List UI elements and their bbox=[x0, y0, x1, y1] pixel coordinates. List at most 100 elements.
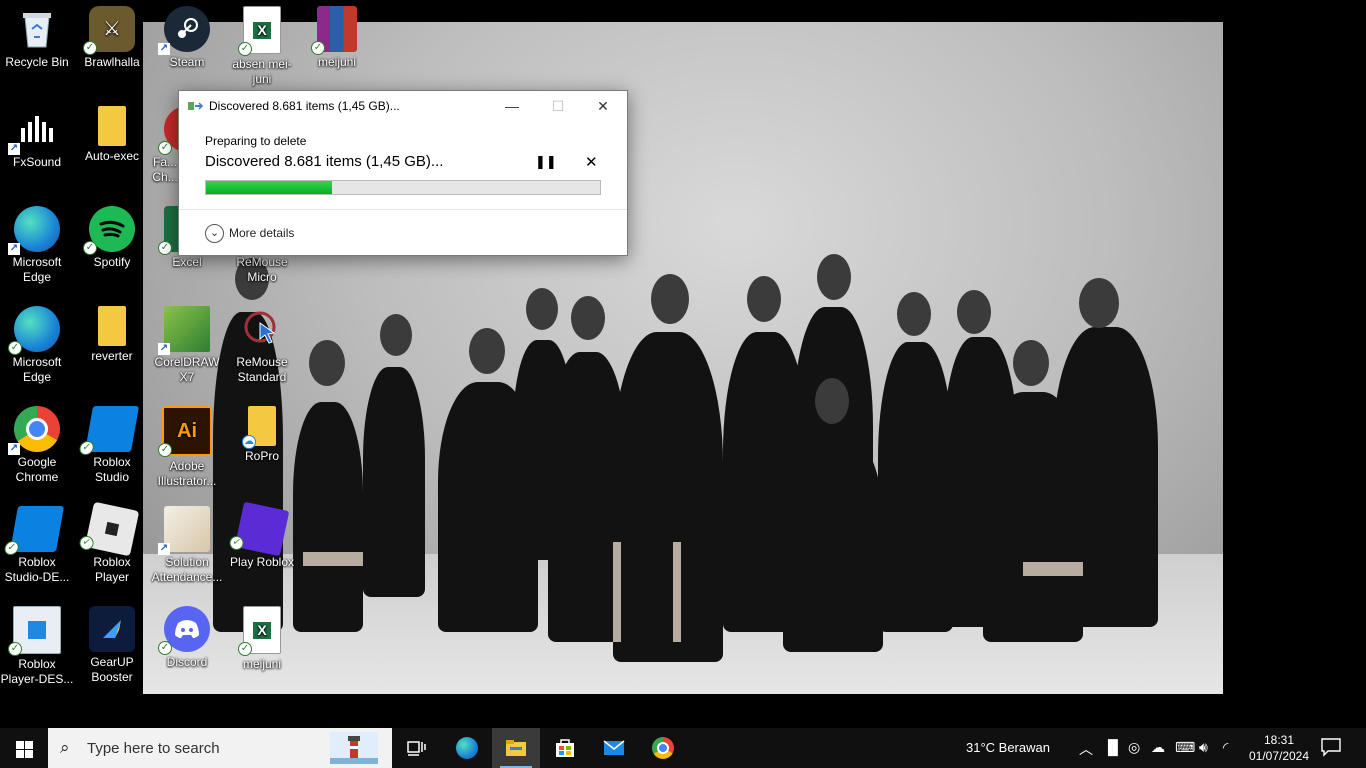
excel-file-icon: X ✓ bbox=[238, 606, 281, 656]
wallpaper-figure bbox=[469, 328, 505, 374]
shortcut-arrow-icon: ↗ bbox=[158, 543, 170, 555]
desktop-icon-label: Auto-exec bbox=[84, 149, 140, 163]
task-view-button[interactable] bbox=[392, 728, 440, 768]
desktop-icon-steam[interactable]: ↗ Steam bbox=[150, 0, 224, 92]
taskbar-microsoft-store[interactable] bbox=[541, 728, 589, 768]
desktop-icon-label: ReMouse Standard bbox=[236, 355, 288, 384]
taskbar-chrome[interactable] bbox=[639, 728, 687, 768]
desktop-icon-microsoft-edge-2[interactable]: ✓ Microsoft Edge bbox=[0, 300, 74, 392]
wallpaper-stool bbox=[673, 542, 681, 642]
input-method-icon[interactable]: ⌨ bbox=[1175, 739, 1195, 756]
desktop-icon-fxsound[interactable]: ↗ FxSound bbox=[0, 100, 74, 192]
gearup-icon bbox=[89, 606, 135, 652]
show-hidden-icons-chevron-up-icon[interactable]: ︿ bbox=[1079, 739, 1093, 759]
desktop-icon-reverter[interactable]: reverter bbox=[75, 300, 149, 392]
wallpaper-figure bbox=[747, 276, 781, 322]
wallpaper-figure bbox=[380, 314, 412, 356]
roblox-studio-icon: ✓ bbox=[3, 506, 65, 555]
desktop-icon-roblox-player[interactable]: ✓ Roblox Player bbox=[75, 500, 149, 592]
operation-label: Preparing to delete bbox=[205, 134, 307, 148]
wallpaper-stool bbox=[303, 552, 363, 566]
shortcut-arrow-icon: ↗ bbox=[158, 43, 170, 55]
desktop-icon-google-chrome[interactable]: ↗ Google Chrome bbox=[0, 400, 74, 492]
shortcut-arrow-icon: ↗ bbox=[158, 343, 170, 355]
network-wifi-icon[interactable]: ◜ bbox=[1223, 739, 1228, 756]
desktop-icon-roblox-player-desktop[interactable]: ✓ Roblox Player-DES... bbox=[0, 600, 74, 692]
sync-status-icon: ✓ bbox=[3, 541, 20, 555]
desktop-icon-ropro[interactable]: ☁ RoPro bbox=[225, 400, 299, 492]
wallpaper-figure bbox=[815, 378, 849, 424]
taskbar-file-explorer[interactable] bbox=[492, 728, 540, 768]
desktop-icon-remouse-standard[interactable]: ReMouse Standard bbox=[225, 300, 299, 392]
weather-widget[interactable]: 31°C Berawan bbox=[966, 740, 1050, 755]
desktop-icon-gearup-booster[interactable]: GearUP Booster bbox=[75, 600, 149, 692]
desktop-icon-absen-mei-juni[interactable]: X ✓ absen mei-juni bbox=[225, 0, 299, 92]
desktop-icon-label: Play Roblox bbox=[229, 555, 295, 569]
shortcut-arrow-icon: ↗ bbox=[8, 243, 20, 255]
edge-icon: ↗ bbox=[8, 206, 60, 255]
minimize-button[interactable]: — bbox=[489, 91, 535, 121]
wallpaper-figure bbox=[363, 367, 425, 597]
notification-center-icon[interactable] bbox=[1320, 737, 1342, 757]
search-placeholder: Type here to search bbox=[87, 740, 220, 757]
desktop-icon-label: ReMouse Micro bbox=[236, 255, 288, 284]
desktop-icon-spotify[interactable]: ✓ Spotify bbox=[75, 200, 149, 292]
sync-status-icon: ✓ bbox=[78, 441, 95, 455]
close-button[interactable]: ✕ bbox=[580, 91, 626, 121]
desktop-icon-chrome-app[interactable]: ✓ Fa... Ch... bbox=[150, 100, 180, 192]
desktop-icon-label: Adobe Illustrator... bbox=[157, 459, 217, 488]
chrome-icon bbox=[652, 737, 674, 759]
webcam-tray-icon[interactable]: ◎ bbox=[1128, 739, 1140, 756]
roblox-player-desktop-icon: ✓ bbox=[8, 606, 61, 656]
desktop-icon-coreldraw[interactable]: ↗ CorelDRAW X7 bbox=[150, 300, 224, 392]
maximize-button[interactable]: ☐ bbox=[535, 91, 581, 121]
operation-status: Discovered 8.681 items (1,45 GB)... bbox=[205, 153, 444, 170]
sync-status-icon: ✓ bbox=[311, 41, 325, 55]
desktop-icon-roblox-studio[interactable]: ✓ Roblox Studio bbox=[75, 400, 149, 492]
desktop-icon-brawlhalla[interactable]: ⚔ ✓ Brawlhalla bbox=[75, 0, 149, 92]
start-button[interactable] bbox=[0, 728, 48, 768]
edge-icon: ✓ bbox=[8, 306, 60, 355]
desktop-icon-label: Google Chrome bbox=[15, 455, 59, 484]
wallpaper-figure bbox=[613, 332, 723, 662]
desktop-icon-label: Roblox Studio bbox=[93, 455, 131, 484]
desktop-icon-label: Discord bbox=[166, 655, 208, 669]
desktop-icon-label: GearUP Booster bbox=[90, 655, 134, 684]
dialog-titlebar[interactable]: Discovered 8.681 items (1,45 GB)... — ☐ … bbox=[179, 91, 627, 121]
desktop-icon-auto-exec[interactable]: Auto-exec bbox=[75, 100, 149, 192]
chevron-down-icon[interactable]: ⌄ bbox=[205, 224, 224, 243]
desktop-icon-adobe-illustrator[interactable]: Ai ✓ Adobe Illustrator... bbox=[150, 400, 224, 492]
sync-status-icon: ✓ bbox=[238, 42, 252, 56]
taskbar: ⌕ Type here to search 31°C Berawan ︿ ▐▌ … bbox=[0, 728, 1366, 768]
pause-button[interactable]: ❚❚ bbox=[535, 154, 557, 170]
desktop-icon-label: absen mei-juni bbox=[232, 57, 292, 86]
dialog-title: Discovered 8.681 items (1,45 GB)... bbox=[209, 99, 400, 113]
desktop-icon-discord[interactable]: ✓ Discord bbox=[150, 600, 224, 692]
more-details-button[interactable]: More details bbox=[229, 226, 294, 240]
desktop-icon-solution-attendance[interactable]: ↗ Solution Attendance... bbox=[150, 500, 224, 592]
desktop-icon-roblox-studio-desktop[interactable]: ✓ Roblox Studio-DE... bbox=[0, 500, 74, 592]
desktop-icon-label: Microsoft Edge bbox=[12, 255, 62, 284]
desktop-icon-microsoft-edge[interactable]: ↗ Microsoft Edge bbox=[0, 200, 74, 292]
fxsound-icon: ↗ bbox=[8, 106, 60, 155]
wallpaper-figure bbox=[878, 342, 953, 632]
desktop-icon-meijuni-excel[interactable]: X ✓ meijuni bbox=[225, 600, 299, 692]
onedrive-cloud-icon[interactable]: ☁ bbox=[1151, 739, 1165, 756]
system-clock[interactable]: 18:31 01/07/2024 bbox=[1246, 732, 1312, 764]
taskbar-search-box[interactable]: ⌕ Type here to search bbox=[48, 728, 392, 768]
excel-file-icon: X ✓ bbox=[238, 6, 281, 56]
roblox-player-icon: ✓ bbox=[78, 501, 140, 557]
cancel-operation-button[interactable]: ✕ bbox=[585, 153, 598, 171]
desktop-icon-meijuni-rar[interactable]: ✓ meijuni bbox=[300, 0, 374, 92]
taskbar-mail[interactable] bbox=[590, 728, 638, 768]
fxsound-tray-icon[interactable]: ▐▌ bbox=[1103, 739, 1123, 755]
wallpaper-stool bbox=[1023, 562, 1083, 576]
desktop-icon-label: Roblox Player-DES... bbox=[0, 657, 74, 686]
taskbar-edge[interactable] bbox=[443, 728, 491, 768]
wallpaper-figure bbox=[1079, 278, 1119, 328]
wallpaper-figure bbox=[571, 296, 605, 340]
file-operation-icon bbox=[188, 102, 204, 110]
volume-icon[interactable]: 🔊︎ bbox=[1199, 739, 1208, 756]
desktop-icon-play-roblox[interactable]: ✓ Play Roblox bbox=[225, 500, 299, 592]
desktop-icon-recycle-bin[interactable]: Recycle Bin bbox=[0, 0, 74, 92]
